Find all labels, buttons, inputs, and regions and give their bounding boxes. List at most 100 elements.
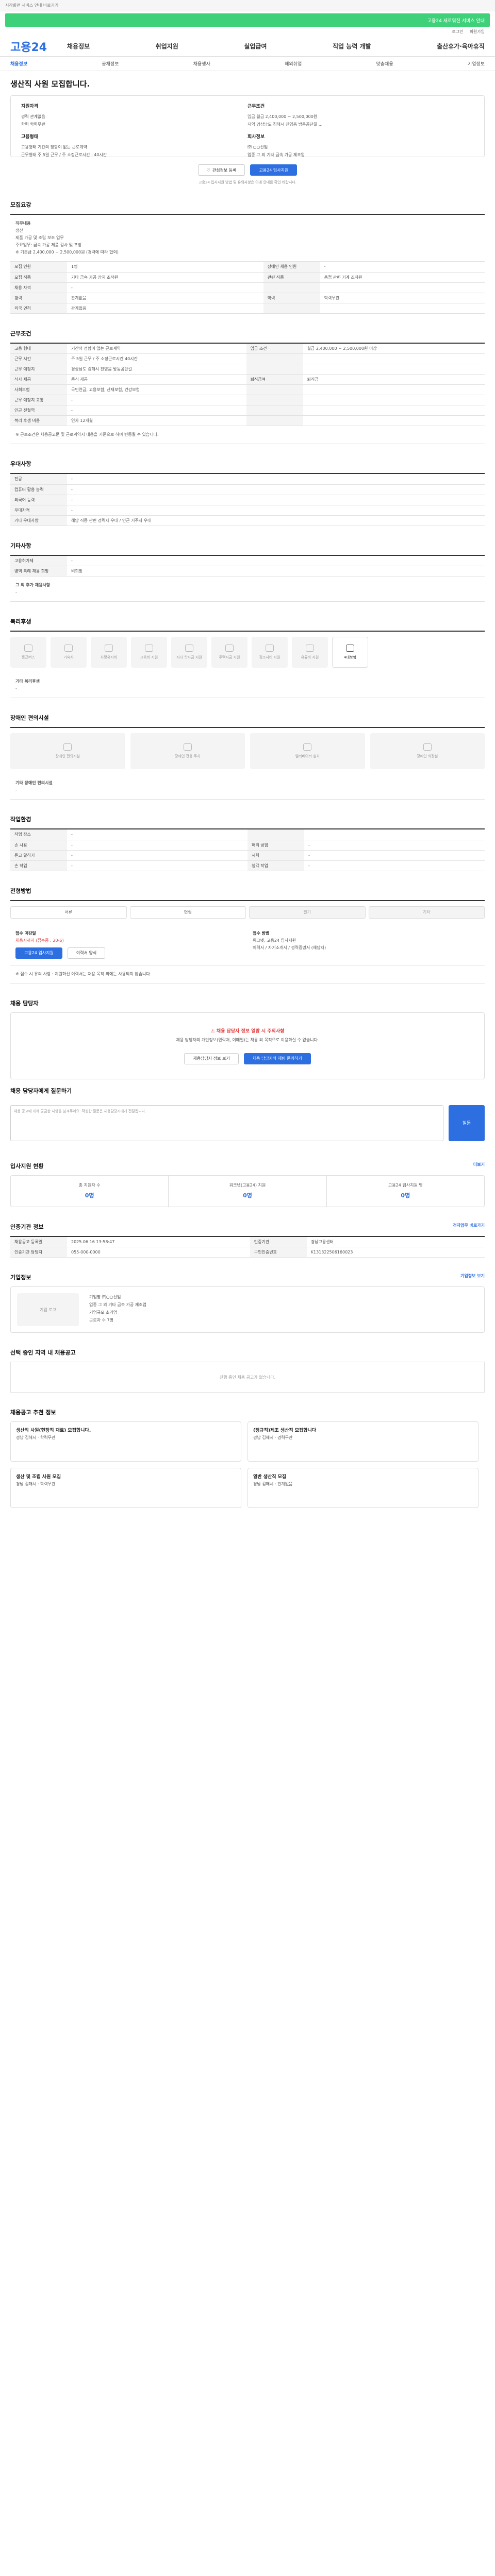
interest-button[interactable]: ♡ 관심정보 등록 <box>197 164 245 176</box>
section-title: 인증기관 정보 전자업무 바로가기 <box>10 1223 485 1231</box>
welfare-icon <box>225 645 234 652</box>
interest-label: 관심정보 등록 <box>212 167 237 173</box>
gnb-menu: 채용정보 취업지원 실업급여 직업 능력 개발 출산휴가·육아휴직 <box>67 42 485 50</box>
etc-extra-label: 그 외 추가 채용사항 <box>15 583 51 587</box>
recommend-title: 생산직 사원(현장직 재료) 모집합니다. <box>16 1428 91 1433</box>
row-label <box>246 405 303 416</box>
deadline-value: 채용시까지 (접수중 : 20-6) <box>15 938 64 943</box>
company-link[interactable]: 기업정보 보기 <box>460 1273 485 1279</box>
duty-line: 제품 가공 및 조립 보조 업무 <box>15 235 64 240</box>
related-empty: 진행 중인 채용 공고가 없습니다. <box>10 1362 485 1393</box>
apply-button[interactable]: 고용24 입사지원 <box>250 164 298 176</box>
subnav-item[interactable]: 공채정보 <box>102 60 119 67</box>
row-label: 학력 <box>263 293 320 303</box>
related-section: 선택 중인 지역 내 채용공고 진행 중인 채용 공고가 없습니다. <box>0 1348 495 1393</box>
chat-contact-button[interactable]: 채용 담당자와 채팅 문의하기 <box>243 1053 311 1064</box>
applicant-stat-value: 0명 <box>85 1192 94 1199</box>
duty-line: 주요업무: 금속 가공 제품 검사 및 포장 <box>15 243 82 247</box>
method-value: 워크넷, 고용24 입사지원 <box>253 938 296 943</box>
question-submit-button[interactable]: 질문 <box>449 1105 485 1141</box>
company-line: 근로자 수 7명 <box>89 1318 113 1323</box>
row-value <box>303 415 485 426</box>
deadline-label: 접수 마감일 <box>15 930 36 936</box>
process-step: 기타 <box>368 906 485 919</box>
summary-line: 지역 경상남도 김해시 진영읍 방동공단길 ... <box>248 122 323 127</box>
applicants-more-link[interactable]: 더보기 <box>473 1162 485 1167</box>
disability-other-value: - <box>15 788 17 792</box>
recommend-card[interactable]: (정규직)제조 생산직 모집합니다 경남 김해시 · 경력무관 <box>248 1421 478 1462</box>
table-row: 고용 형태 기간의 정함이 없는 근로계약 임금 조건 월급 2,400,000 ~ … <box>10 343 485 354</box>
welfare-icon <box>266 645 274 652</box>
gnb-item[interactable]: 출산휴가·육아휴직 <box>437 42 485 50</box>
company-line: 기업규모 소기업 <box>89 1310 118 1315</box>
subnav-item[interactable]: 채용정보 <box>10 60 27 67</box>
signup-link[interactable]: 회원가입 <box>470 29 485 35</box>
company-section: 기업정보 기업정보 보기 기업 로고 기업명 ㈜○○산업 업종 그 외 기타 금속… <box>0 1273 495 1333</box>
row-label: 근무 예정지 <box>10 364 67 375</box>
welfare-icon <box>105 645 113 652</box>
top-strip-text[interactable]: 시작화면 서비스 안내 바로가기 <box>5 3 58 8</box>
welfare-grid: 통근버스 기숙사 차량유지비 교육비 지원 자녀 학자금 지원 주택자금 지원 경조사비 지… <box>10 632 485 673</box>
row-value: 학력무관 <box>320 293 485 303</box>
receipt-apply-button[interactable]: 고용24 입사지원 <box>15 947 62 959</box>
job-header: 생산직 사원 모집합니다. 지원자격 경력 관계없음 학력 학력무관 고용형태 … <box>0 71 495 185</box>
accessibility-icon <box>423 743 432 751</box>
recommend-card[interactable]: 생산 및 조립 사원 모집 경남 김해시 · 학력무관 <box>10 1468 241 1508</box>
disability-grid: 장애인 편의시설 장애인 전용 주차 엘리베이터 설치 장애인 화장실 <box>10 728 485 774</box>
row-value: - <box>304 850 485 861</box>
gnb-item[interactable]: 실업급여 <box>244 42 267 50</box>
recommend-title: 생산 및 조립 사원 모집 <box>16 1475 61 1480</box>
welfare-other-label: 기타 복리후생 <box>15 679 40 684</box>
question-textarea[interactable]: 채용 공고에 대해 궁금한 사항을 남겨주세요. 작성한 질문은 채용담당자에게… <box>10 1105 443 1141</box>
contact-message: 채용 담당자의 개인정보(연락처, 이메일)는 채용 외 목적으로 이용하실 수… <box>176 1037 319 1042</box>
row-label: 근무 시간 <box>10 353 67 364</box>
row-label: 인증기관 담당자 <box>10 1247 67 1258</box>
table-row: 작업 장소 - <box>10 829 485 840</box>
resume-form-button[interactable]: 이력서 양식 <box>67 947 106 959</box>
subnav-item[interactable]: 채용행사 <box>193 60 210 67</box>
summary-right: 근무조건 임금 월급 2,400,000 ~ 2,500,000원 지역 경상남… <box>248 103 474 157</box>
row-value: 비희망 <box>67 566 485 577</box>
subnav-item[interactable]: 기업정보 <box>468 60 485 67</box>
info-link[interactable]: 전자업무 바로가기 <box>453 1223 485 1228</box>
row-value <box>303 353 485 364</box>
qa-box: 채용 공고에 대해 궁금한 사항을 남겨주세요. 작성한 질문은 채용담당자에게… <box>10 1100 485 1146</box>
site-logo[interactable]: 고용24 <box>10 38 67 55</box>
section-title: 채용 담당자 <box>10 999 39 1007</box>
subnav-item[interactable]: 해외취업 <box>285 60 302 67</box>
summary-line: 업종 그 외 기타 금속 가공 제조업 <box>248 152 305 157</box>
row-value <box>304 829 485 840</box>
disability-item: 엘리베이터 설치 <box>250 733 365 769</box>
company-info: 기업명 ㈜○○산업 업종 그 외 기타 금속 가공 제조업 기업규모 소기업 근… <box>89 1293 478 1326</box>
row-value: 관계없음 <box>67 303 263 314</box>
gnb-item[interactable]: 직업 능력 개발 <box>333 42 371 50</box>
recommend-card[interactable]: 생산직 사원(현장직 재료) 모집합니다. 경남 김해시 · 학력무관 <box>10 1421 241 1462</box>
notice-banner[interactable]: 고용24 새로워진 서비스 안내 <box>5 13 490 27</box>
section-title: 전형방법 <box>10 887 31 894</box>
summary-left: 지원자격 경력 관계없음 학력 학력무관 고용형태 고용형태 기간의 정함이 없… <box>21 103 248 157</box>
row-label: 작업 장소 <box>10 829 67 840</box>
login-link[interactable]: 로그인 <box>452 29 463 35</box>
row-label: 허리 굽힘 <box>248 840 304 851</box>
recommend-card[interactable]: 일반 생산직 모집 경남 김해시 · 관계없음 <box>248 1468 478 1508</box>
welfare-label: 경조사비 지원 <box>259 655 280 659</box>
table-row: 외국 면허 관계없음 <box>10 303 485 314</box>
table-row: 외국어 능력 - <box>10 495 485 505</box>
welfare-item: 통근버스 <box>10 637 46 668</box>
row-value: 국민연금, 고용보험, 산재보험, 건강보험 <box>67 384 246 395</box>
heart-icon: ♡ <box>206 167 210 173</box>
gnb-item[interactable]: 취업지원 <box>156 42 178 50</box>
subnav-item[interactable]: 맞춤채용 <box>376 60 393 67</box>
gnb-item[interactable]: 채용정보 <box>67 42 90 50</box>
qa-title: 채용 담당자에게 질문하기 <box>10 1087 72 1094</box>
table-row: 복리 후생 비용 연차 12개월 <box>10 415 485 426</box>
row-label: 퇴직급여 <box>246 374 303 385</box>
method-label: 접수 방법 <box>253 930 270 936</box>
row-value: 연차 12개월 <box>67 415 246 426</box>
row-label <box>246 415 303 426</box>
etc-table: 고용허가제 - 병역 특례 채용 희망 비희망 <box>10 555 485 577</box>
view-contact-button[interactable]: 채용담당자 정보 보기 <box>184 1053 239 1064</box>
table-row: 병역 특례 채용 희망 비희망 <box>10 566 485 577</box>
welfare-item: 주택자금 지원 <box>211 637 248 668</box>
contact-section: 채용 담당자 ⚠ 채용 담당자 정보 열람 시 주의사항 채용 담당자의 개인정… <box>0 999 495 1146</box>
